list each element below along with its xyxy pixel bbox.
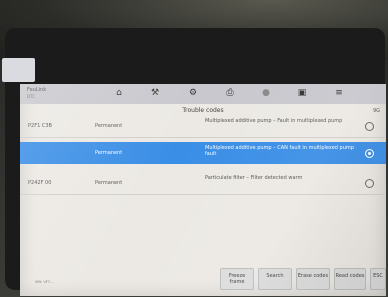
read-codes-button[interactable]: Read codes [334,268,366,290]
dtc-description: Multiplexed additive pump – CAN fault in… [205,145,354,157]
dtc-row[interactable]: P2F1 C3B Permanent Multiplexed additive … [20,115,386,138]
app-toolbar: FeuLink DTC ⌂ ⚒ ⚙ ⎙ ● ▣ ≡ [20,84,386,104]
dtc-status: Permanent [95,123,123,129]
vehicle-info: VIN: VF7... [35,280,53,285]
exit-icon[interactable]: ≡ [334,88,344,98]
app-subtitle: DTC [27,94,36,99]
dtc-description: Multiplexed additive pump – Fault in mul… [205,118,343,124]
save-icon[interactable]: ▣ [297,88,307,98]
freeze-frame-button[interactable]: Freeze frame [220,268,254,290]
print-icon[interactable]: ⎙ [225,88,235,98]
app-title: FeuLink [27,87,47,93]
home-icon[interactable]: ⌂ [114,88,124,98]
row-select-radio[interactable] [365,149,374,158]
device-sticker [2,58,35,82]
dtc-code: P242F 00 [28,180,52,186]
help-icon[interactable]: ● [261,88,271,98]
signal-indicator: 9G [372,108,380,114]
search-button[interactable]: Search [258,268,292,290]
page-title: Trouble codes [182,107,224,114]
dtc-row-selected[interactable]: Permanent Multiplexed additive pump – CA… [20,142,386,164]
photo-stage: FeuLink DTC ⌂ ⚒ ⚙ ⎙ ● ▣ ≡ Trouble codes … [0,0,388,297]
erase-codes-button[interactable]: Erase codes [296,268,330,290]
dtc-code: P2F1 C3B [28,123,52,129]
settings-icon[interactable]: ⚙ [188,88,198,98]
row-select-radio[interactable] [365,179,374,188]
vin-text: VIN: VF7... [35,280,54,284]
row-select-radio[interactable] [365,122,374,131]
tablet-screen: FeuLink DTC ⌂ ⚒ ⚙ ⎙ ● ▣ ≡ Trouble codes … [20,84,386,296]
dtc-description: Particulate filter – Filter detected war… [205,175,303,181]
dtc-status: Permanent [95,150,123,156]
esc-button[interactable]: ESC [370,268,386,290]
dtc-row[interactable]: P242F 00 Permanent Particulate filter – … [20,172,386,195]
tools-icon[interactable]: ⚒ [150,88,160,98]
dtc-status: Permanent [95,180,123,186]
